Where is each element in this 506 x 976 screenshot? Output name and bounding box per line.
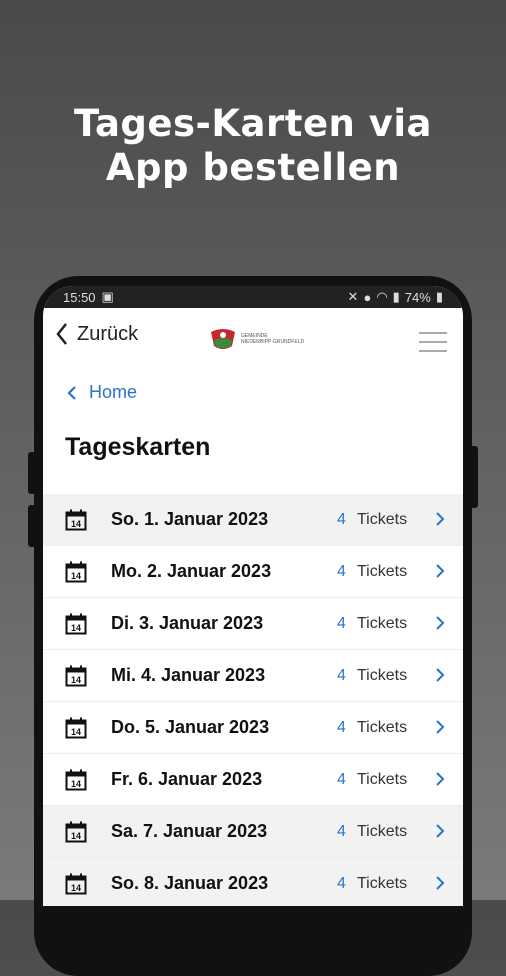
date-row[interactable]: 14 Sa. 7. Januar 2023 4 Tickets bbox=[43, 806, 463, 858]
svg-text:14: 14 bbox=[71, 779, 81, 789]
date-row[interactable]: 14 Do. 5. Januar 2023 4 Tickets bbox=[43, 702, 463, 754]
signal-icon: ▮ bbox=[392, 289, 400, 304]
ticket-count: 4 bbox=[337, 666, 346, 684]
chevron-right-icon bbox=[436, 824, 445, 838]
location-icon: ● bbox=[363, 289, 372, 305]
menu-button[interactable] bbox=[419, 332, 447, 359]
promo-line-2: App bestellen bbox=[105, 146, 401, 189]
svg-text:14: 14 bbox=[71, 571, 81, 581]
chevron-right-icon bbox=[436, 512, 445, 526]
calendar-icon: 14 bbox=[65, 561, 87, 582]
svg-text:14: 14 bbox=[71, 623, 81, 633]
breadcrumb-home[interactable]: Home bbox=[67, 382, 463, 403]
back-label: Zurück bbox=[77, 322, 139, 345]
coat-of-arms-icon bbox=[211, 329, 235, 349]
ticket-count: 4 bbox=[337, 562, 346, 580]
date-row[interactable]: 14 Fr. 6. Januar 2023 4 Tickets bbox=[43, 754, 463, 806]
hamburger-icon bbox=[419, 332, 447, 334]
date-row[interactable]: 14 Di. 3. Januar 2023 4 Tickets bbox=[43, 598, 463, 650]
row-date: So. 8. Januar 2023 bbox=[111, 873, 269, 893]
chevron-left-icon bbox=[56, 323, 67, 345]
row-date: Sa. 7. Januar 2023 bbox=[111, 821, 268, 841]
chevron-left-icon bbox=[67, 385, 76, 400]
date-list: 14 So. 1. Januar 2023 4 Tickets 14 Mo. 2… bbox=[43, 494, 463, 906]
home-label: Home bbox=[89, 382, 138, 402]
calendar-icon: 14 bbox=[65, 665, 87, 686]
phone-screen: 15:50 ▣ ✕ ● ◠ ▮ 74% ▮ Zurück GEMEINDE NI… bbox=[43, 286, 463, 906]
tickets-label: Tickets bbox=[357, 874, 408, 892]
chevron-right-icon bbox=[436, 564, 445, 578]
ticket-count: 4 bbox=[337, 822, 346, 840]
battery-percent: 74% bbox=[404, 289, 431, 305]
row-date: Mi. 4. Januar 2023 bbox=[111, 665, 266, 685]
tickets-label: Tickets bbox=[357, 510, 408, 528]
page-title: Tageskarten bbox=[65, 433, 211, 461]
calendar-icon: 14 bbox=[65, 769, 87, 790]
row-date: So. 1. Januar 2023 bbox=[111, 509, 269, 529]
ticket-count: 4 bbox=[337, 874, 346, 892]
back-button[interactable]: Zurück bbox=[55, 322, 138, 346]
calendar-icon: 14 bbox=[65, 613, 87, 634]
row-date: Fr. 6. Januar 2023 bbox=[111, 769, 263, 789]
chevron-right-icon bbox=[436, 876, 445, 890]
date-row[interactable]: 14 So. 1. Januar 2023 4 Tickets bbox=[43, 494, 463, 546]
date-row[interactable]: 14 Mo. 2. Januar 2023 4 Tickets bbox=[43, 546, 463, 598]
chevron-right-icon bbox=[436, 616, 445, 630]
mute-icon: ✕ bbox=[347, 289, 359, 304]
calendar-icon: 14 bbox=[65, 509, 87, 530]
tickets-label: Tickets bbox=[357, 614, 408, 632]
calendar-icon: 14 bbox=[65, 873, 87, 894]
ticket-count: 4 bbox=[337, 770, 346, 788]
tickets-label: Tickets bbox=[357, 718, 408, 736]
chevron-right-icon bbox=[436, 668, 445, 682]
svg-text:14: 14 bbox=[71, 883, 81, 893]
ticket-count: 4 bbox=[337, 718, 346, 736]
promo-line-1: Tages-Karten via bbox=[73, 102, 433, 145]
svg-text:14: 14 bbox=[71, 675, 81, 685]
calendar-icon: 14 bbox=[65, 821, 87, 842]
date-row[interactable]: 14 Mi. 4. Januar 2023 4 Tickets bbox=[43, 650, 463, 702]
svg-text:14: 14 bbox=[71, 727, 81, 737]
notification-icon: ▣ bbox=[101, 289, 114, 304]
promo-headline: Tages-Karten via App bestellen bbox=[0, 102, 506, 190]
chevron-right-icon bbox=[436, 720, 445, 734]
date-row[interactable]: 14 So. 8. Januar 2023 4 Tickets bbox=[43, 858, 463, 906]
tickets-label: Tickets bbox=[357, 822, 408, 840]
row-date: Mo. 2. Januar 2023 bbox=[111, 561, 272, 581]
tickets-label: Tickets bbox=[357, 562, 408, 580]
battery-icon: ▮ bbox=[435, 289, 443, 304]
row-date: Do. 5. Januar 2023 bbox=[111, 717, 270, 737]
svg-text:14: 14 bbox=[71, 831, 81, 841]
tickets-label: Tickets bbox=[357, 666, 408, 684]
status-bar: 15:50 ▣ ✕ ● ◠ ▮ 74% ▮ bbox=[43, 286, 463, 308]
calendar-icon: 14 bbox=[65, 717, 87, 738]
tickets-label: Tickets bbox=[357, 770, 408, 788]
ticket-count: 4 bbox=[337, 510, 346, 528]
row-date: Di. 3. Januar 2023 bbox=[111, 613, 264, 633]
top-bar: Zurück GEMEINDE NIEDERBIPP·GRUNDFELD bbox=[43, 308, 463, 360]
status-time: 15:50 bbox=[63, 289, 96, 305]
chevron-right-icon bbox=[436, 772, 445, 786]
svg-text:14: 14 bbox=[71, 519, 81, 529]
wifi-icon: ◠ bbox=[376, 289, 388, 304]
municipality-logo[interactable]: GEMEINDE NIEDERBIPP·GRUNDFELD bbox=[208, 326, 304, 352]
logo-text-2: NIEDERBIPP·GRUNDFELD bbox=[241, 339, 305, 345]
ticket-count: 4 bbox=[337, 614, 346, 632]
